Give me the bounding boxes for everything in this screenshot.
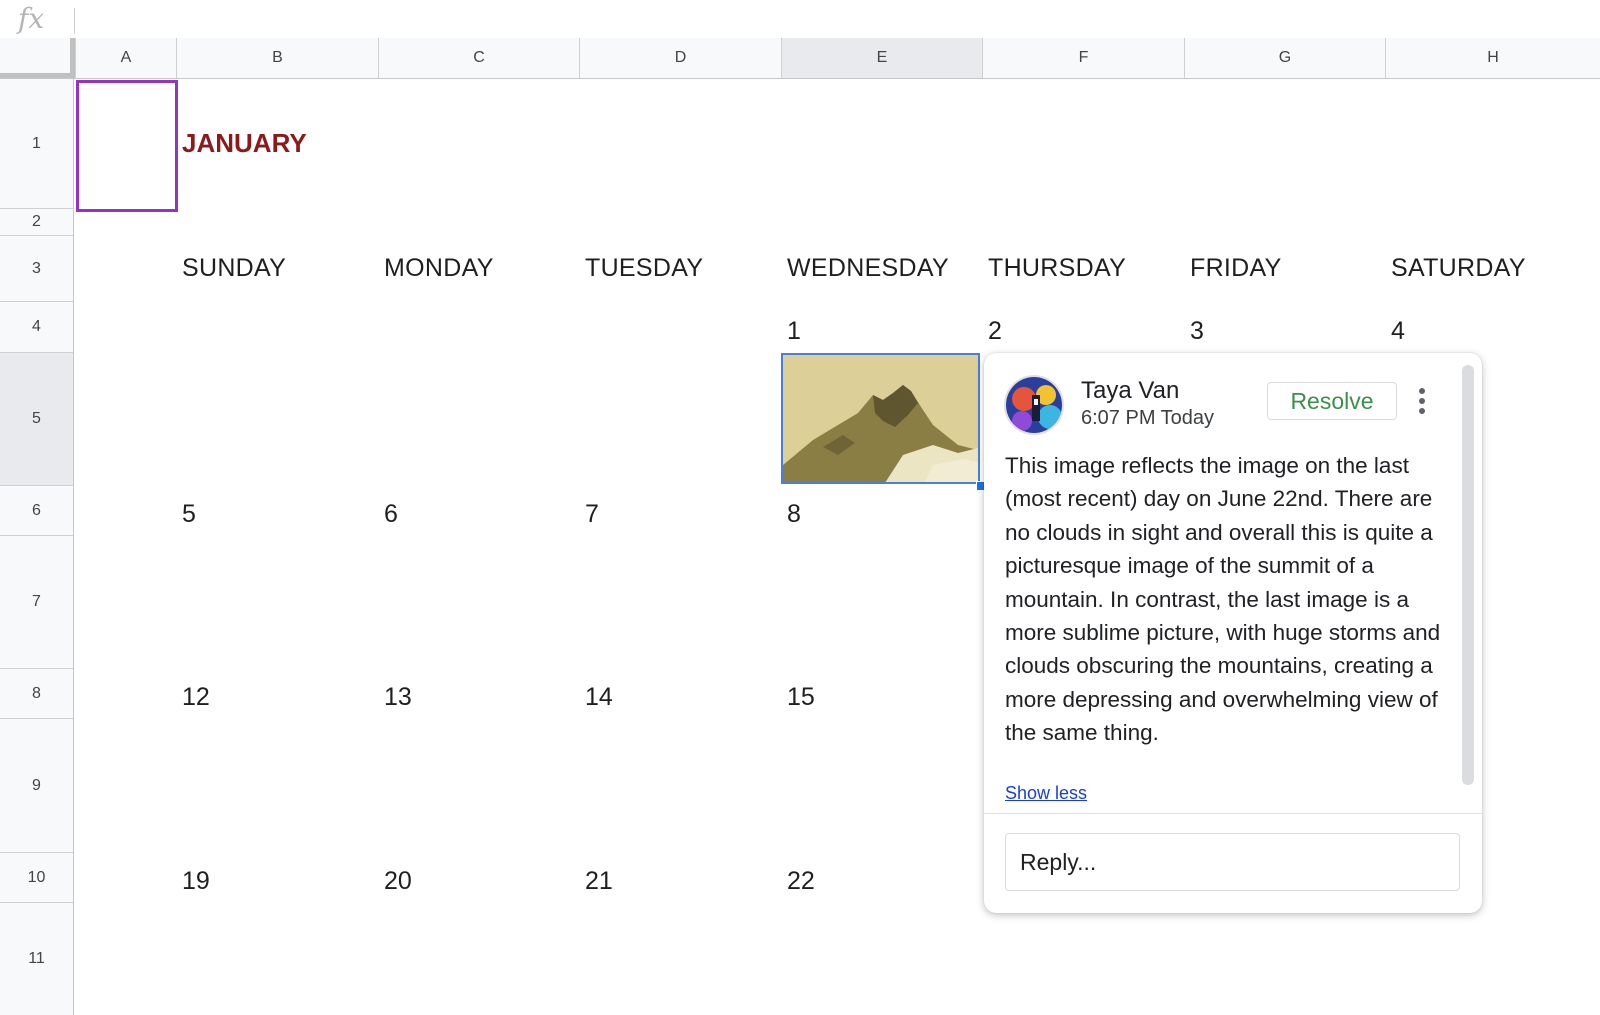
formula-bar: fx <box>0 0 1600 39</box>
day-header-thursday: THURSDAY <box>988 254 1127 282</box>
date-cell: 15 <box>787 683 815 711</box>
date-cell: 21 <box>585 867 613 895</box>
reply-input[interactable] <box>1005 833 1460 891</box>
resolve-button[interactable]: Resolve <box>1267 382 1397 420</box>
day-header-monday: MONDAY <box>384 254 494 282</box>
row-header-7[interactable]: 7 <box>0 536 74 669</box>
show-less-link[interactable]: Show less <box>1005 783 1087 804</box>
row-header-5[interactable]: 5 <box>0 353 74 486</box>
date-cell: 5 <box>182 500 196 528</box>
date-cell: 8 <box>787 500 801 528</box>
date-cell: 14 <box>585 683 613 711</box>
comment-scrollbar[interactable] <box>1462 365 1474 785</box>
day-header-friday: FRIDAY <box>1190 254 1282 282</box>
row-header-9[interactable]: 9 <box>0 719 74 853</box>
comment-divider <box>984 813 1482 814</box>
mountain-image[interactable] <box>781 353 980 484</box>
date-cell: 13 <box>384 683 412 711</box>
column-header-e[interactable]: E <box>781 38 982 78</box>
date-cell: 4 <box>1391 317 1405 345</box>
day-header-saturday: SATURDAY <box>1391 254 1526 282</box>
comment-card: Taya Van 6:07 PM Today Resolve This imag… <box>984 353 1482 913</box>
day-header-tuesday: TUESDAY <box>585 254 704 282</box>
row-header-1[interactable]: 1 <box>0 79 74 209</box>
comment-author: Taya Van <box>1081 377 1180 404</box>
row-header-4[interactable]: 4 <box>0 302 74 353</box>
month-title: JANUARY <box>182 128 307 158</box>
column-header-d[interactable]: D <box>579 38 781 78</box>
date-cell: 3 <box>1190 317 1204 345</box>
row-header-2[interactable]: 2 <box>0 209 74 236</box>
column-header-f[interactable]: F <box>982 38 1184 78</box>
date-cell: 22 <box>787 867 815 895</box>
column-header-a[interactable]: A <box>75 38 176 78</box>
column-header-b[interactable]: B <box>176 38 378 78</box>
day-header-sunday: SUNDAY <box>182 254 287 282</box>
selected-cell-a1[interactable] <box>76 80 178 212</box>
row-header-3[interactable]: 3 <box>0 236 74 302</box>
column-header-c[interactable]: C <box>378 38 579 78</box>
date-cell: 2 <box>988 317 1002 345</box>
date-cell: 7 <box>585 500 599 528</box>
more-options-icon[interactable] <box>1414 385 1430 417</box>
row-header-8[interactable]: 8 <box>0 669 74 719</box>
fx-icon: fx <box>18 2 45 35</box>
date-cell: 19 <box>182 867 210 895</box>
column-header-h[interactable]: H <box>1385 38 1600 78</box>
date-cell: 12 <box>182 683 210 711</box>
comment-text: This image reflects the image on the las… <box>1005 453 1441 746</box>
column-header-g[interactable]: G <box>1184 38 1385 78</box>
day-header-wednesday: WEDNESDAY <box>787 254 949 282</box>
row-header-11[interactable]: 11 <box>0 903 74 1015</box>
date-cell: 6 <box>384 500 398 528</box>
date-cell: 1 <box>787 317 801 345</box>
select-all-corner[interactable] <box>0 38 75 78</box>
row-header-6[interactable]: 6 <box>0 486 74 536</box>
row-header-10[interactable]: 10 <box>0 853 74 903</box>
date-cell: 20 <box>384 867 412 895</box>
comment-timestamp: 6:07 PM Today <box>1081 407 1215 429</box>
formula-bar-divider <box>74 8 75 34</box>
avatar <box>1004 375 1064 435</box>
